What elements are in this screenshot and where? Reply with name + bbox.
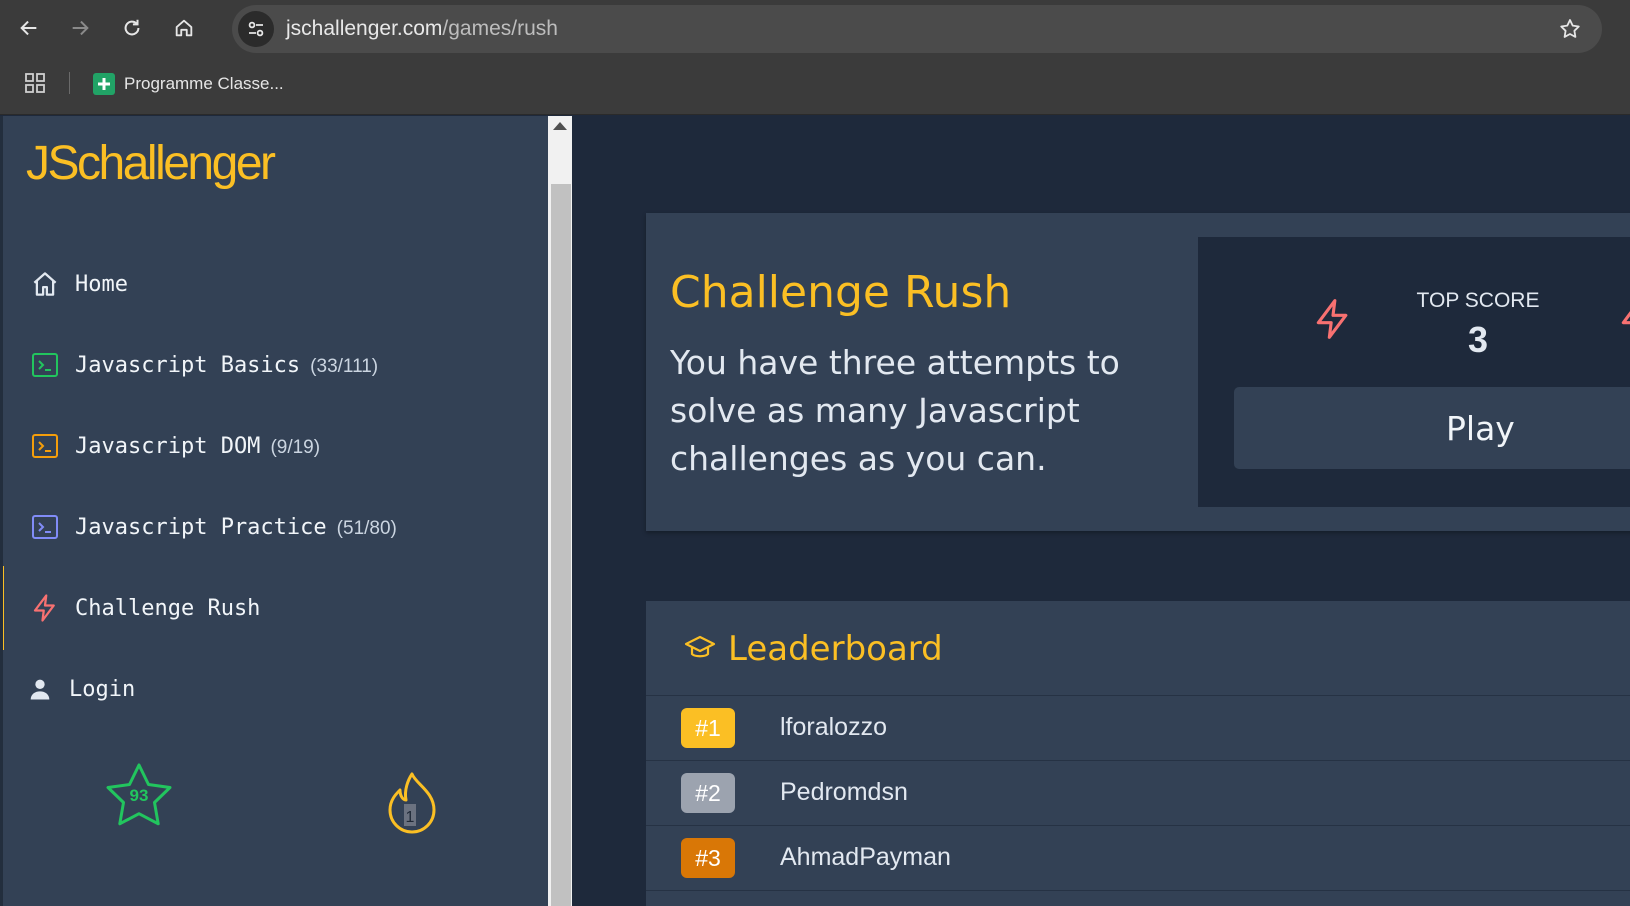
scroll-up-arrow-icon[interactable] bbox=[553, 122, 567, 130]
leaderboard-card: Leaderboard #1 lforalozzo #2 Pedromdsn #… bbox=[646, 601, 1630, 906]
bookmark-separator bbox=[69, 72, 70, 94]
progress-count: (33/111) bbox=[310, 355, 379, 377]
page-title: Challenge Rush bbox=[670, 267, 1012, 318]
bookmark-star-icon[interactable] bbox=[1558, 17, 1582, 45]
terminal-icon bbox=[29, 430, 61, 462]
reload-button[interactable] bbox=[114, 10, 150, 46]
scrollbar-thumb[interactable] bbox=[551, 184, 571, 906]
rush-description: You have three attempts to solve as many… bbox=[670, 343, 1120, 478]
sidebar-item-label: Challenge Rush bbox=[75, 595, 261, 621]
arrow-right-icon bbox=[72, 20, 89, 36]
sidebar-item-javascript-dom[interactable]: Javascript DOM (9/19) bbox=[0, 404, 548, 488]
leaderboard-title: Leaderboard bbox=[728, 629, 943, 669]
url-text[interactable]: jschallenger.com/games/rush bbox=[286, 17, 558, 41]
bookmark-item[interactable]: Programme Classe... bbox=[93, 72, 284, 96]
player-name: lforalozzo bbox=[780, 713, 887, 741]
main-content: Challenge Rush You have three attempts t… bbox=[572, 116, 1630, 906]
rank-badge: #2 bbox=[681, 773, 735, 813]
sidebar-item-javascript-practice[interactable]: Javascript Practice (51/80) bbox=[0, 485, 548, 569]
terminal-icon bbox=[29, 349, 61, 381]
terminal-icon bbox=[29, 511, 61, 543]
logo[interactable]: JSchallenger bbox=[26, 136, 276, 191]
leaderboard-row[interactable]: #3 AhmadPayman bbox=[646, 826, 1630, 891]
home-icon bbox=[175, 19, 193, 37]
forward-button[interactable] bbox=[62, 10, 98, 46]
sidebar-item-challenge-rush[interactable]: Challenge Rush bbox=[0, 566, 548, 650]
top-score-value: 3 bbox=[1467, 319, 1489, 360]
sidebar: JSchallenger Home Javascript Basics (33/1… bbox=[0, 116, 548, 906]
top-score-panel: TOP SCORE 3 Play bbox=[1198, 237, 1630, 507]
bolt-icon bbox=[29, 592, 61, 624]
site-settings-icon[interactable] bbox=[238, 11, 274, 47]
sidebar-item-label: Home bbox=[75, 271, 128, 297]
stars-badge: 93 bbox=[104, 762, 174, 834]
challenge-rush-card: Challenge Rush You have three attempts t… bbox=[646, 213, 1630, 531]
player-name: Pedromdsn bbox=[780, 778, 908, 806]
bolt-icon bbox=[1616, 297, 1630, 345]
sidebar-item-login[interactable]: Login bbox=[0, 647, 548, 731]
streak-count: 1 bbox=[406, 809, 415, 826]
sidebar-item-label: Login bbox=[69, 676, 136, 702]
leaderboard-header: Leaderboard bbox=[646, 601, 1630, 696]
bolt-icon bbox=[1311, 297, 1355, 345]
url-path: /games/rush bbox=[442, 17, 558, 40]
rank-badge: #3 bbox=[681, 838, 735, 878]
stars-count: 93 bbox=[130, 786, 149, 805]
home-icon bbox=[29, 268, 61, 300]
progress-count: (51/80) bbox=[336, 517, 397, 539]
sidebar-edge bbox=[0, 116, 3, 906]
graduation-cap-icon bbox=[684, 633, 716, 667]
sidebar-item-text: Javascript Basics (33/111) bbox=[75, 353, 378, 378]
leaderboard-row[interactable]: #1 lforalozzo bbox=[646, 696, 1630, 761]
back-button[interactable] bbox=[11, 10, 47, 46]
apps-grid-icon[interactable] bbox=[24, 72, 46, 98]
sidebar-item-text: Javascript DOM (9/19) bbox=[75, 434, 320, 459]
arrow-left-icon bbox=[20, 20, 37, 36]
sidebar-item-label: Javascript DOM bbox=[75, 433, 261, 459]
leaderboard-row[interactable]: #2 Pedromdsn bbox=[646, 761, 1630, 826]
address-bar[interactable]: jschallenger.com/games/rush bbox=[232, 5, 1602, 53]
sidebar-item-home[interactable]: Home bbox=[0, 242, 548, 326]
reload-icon bbox=[124, 19, 140, 36]
bookmark-label: Programme Classe... bbox=[124, 74, 284, 93]
player-name: AhmadPayman bbox=[780, 843, 951, 871]
streak-badge: 1 bbox=[380, 766, 444, 842]
sidebar-item-label: Javascript Basics bbox=[75, 352, 301, 378]
rank-badge: #1 bbox=[681, 708, 735, 748]
url-host: jschallenger.com bbox=[286, 17, 443, 40]
play-button[interactable]: Play bbox=[1234, 387, 1630, 469]
top-score-label: TOP SCORE bbox=[1416, 289, 1540, 312]
home-button[interactable] bbox=[166, 10, 202, 46]
sidebar-item-javascript-basics[interactable]: Javascript Basics (33/111) bbox=[0, 323, 548, 407]
sidebar-item-label: Javascript Practice bbox=[75, 514, 327, 540]
sidebar-item-text: Javascript Practice (51/80) bbox=[75, 515, 397, 540]
plus-favicon-icon bbox=[93, 73, 115, 95]
browser-toolbar: jschallenger.com/games/rush Programme Cl… bbox=[0, 0, 1630, 115]
progress-count: (9/19) bbox=[270, 436, 321, 458]
user-icon bbox=[24, 673, 56, 705]
